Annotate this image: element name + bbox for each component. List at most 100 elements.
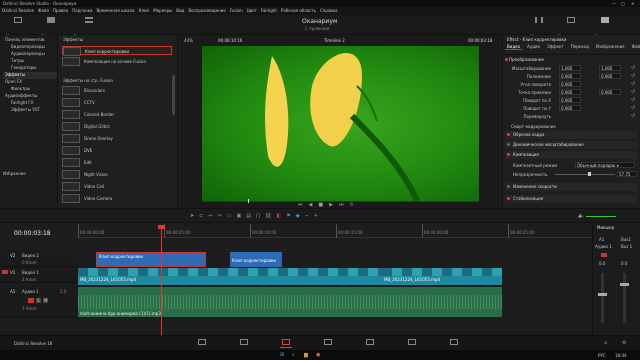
toolbox-item[interactable]: Open FX: [3, 79, 57, 86]
blade-tool-icon[interactable]: ✂: [218, 213, 222, 219]
menu-item[interactable]: Правка: [53, 8, 68, 13]
toolbox-item[interactable]: Фильтры: [3, 86, 57, 93]
menu-item[interactable]: Fusion: [230, 8, 243, 13]
toolbox-item[interactable]: Эффекты VST: [3, 107, 57, 114]
file-explorer-icon[interactable]: ▆: [304, 352, 308, 358]
timeline-playhead[interactable]: [161, 225, 162, 335]
effects-scrollbar[interactable]: [172, 75, 175, 115]
toolbox-item[interactable]: Fairlight FX: [3, 100, 57, 107]
maximize-button[interactable]: □: [621, 1, 625, 6]
page-tab-0[interactable]: Медиа: [196, 339, 208, 348]
fusion-effect-item[interactable]: Colored Border: [62, 110, 172, 119]
page-tab-1[interactable]: Сборка: [238, 339, 250, 348]
menu-item[interactable]: Fairlight: [261, 8, 277, 13]
flag-icon[interactable]: ⚑: [286, 213, 290, 219]
page-tab-3[interactable]: Fusion: [322, 339, 334, 348]
transform-y-field[interactable]: 0.000: [599, 89, 621, 95]
opacity-slider-handle[interactable]: [588, 172, 591, 176]
section-speed-change[interactable]: Изменение скорости: [505, 183, 637, 191]
toolbox-item[interactable]: Эффекты: [3, 72, 57, 79]
scrub-playhead[interactable]: [248, 199, 249, 203]
reset-icon[interactable]: ↺: [631, 113, 635, 119]
reset-icon[interactable]: ↺: [631, 81, 635, 87]
overwrite-clip-icon[interactable]: ▣: [237, 213, 242, 219]
reset-icon[interactable]: ↺: [631, 73, 635, 79]
transform-x-field[interactable]: 0.000: [559, 89, 581, 95]
reset-icon[interactable]: ↺: [631, 89, 635, 95]
dynamic-trim-icon[interactable]: ⇔: [208, 213, 212, 219]
fader-a1[interactable]: [601, 273, 604, 323]
replace-clip-icon[interactable]: ▤: [246, 213, 251, 219]
v1-video-clip-2[interactable]: MB_20231224_161053.mp4: [382, 268, 502, 285]
reset-icon[interactable]: ↺: [631, 97, 635, 103]
transform-x-field[interactable]: 0.000: [559, 73, 581, 79]
transform-x-field[interactable]: 0.000: [559, 105, 581, 111]
menu-item[interactable]: Маркеры: [153, 8, 172, 13]
composite-mode-select[interactable]: Обычный порядок ▾: [575, 162, 635, 168]
insert-clip-icon[interactable]: ▭: [227, 213, 232, 219]
inspector-tab[interactable]: Эффект: [545, 44, 566, 50]
page-tab-4[interactable]: Цвет: [364, 339, 376, 348]
search-icon[interactable]: ⌕: [292, 352, 295, 358]
volume-slider[interactable]: [586, 216, 616, 217]
transform-enable-dot[interactable]: [505, 58, 508, 61]
toolbox-item[interactable]: Видеопереходы: [3, 44, 57, 51]
zoom-out-icon[interactable]: −: [305, 213, 309, 219]
zoom-in-icon[interactable]: +: [314, 213, 318, 219]
playhead-handle[interactable]: [158, 225, 165, 229]
transform-y-field[interactable]: 1.000: [599, 65, 621, 71]
minimize-button[interactable]: —: [612, 1, 616, 6]
timeline-name[interactable]: Timeline 2: [324, 38, 345, 43]
close-button[interactable]: ✕: [631, 1, 634, 6]
toolbox-item[interactable]: Генераторы: [3, 65, 57, 72]
fusion-effect-item[interactable]: Binoculars: [62, 86, 172, 95]
inspector-tab[interactable]: Переход: [569, 44, 591, 50]
opacity-value[interactable]: 57.75: [617, 171, 637, 177]
mute-button[interactable]: M: [43, 298, 49, 303]
smart-reframe-label[interactable]: Смарт-кадрирование: [511, 124, 556, 129]
snapping-icon[interactable]: ⋂: [256, 213, 260, 219]
inspector-tab[interactable]: Файл: [630, 44, 640, 50]
menu-item[interactable]: Временная шкала: [97, 8, 135, 13]
menu-item[interactable]: Цвет: [247, 8, 257, 13]
reset-icon[interactable]: ↺: [631, 105, 635, 111]
fusion-effect-item[interactable]: Video Call: [62, 182, 172, 191]
keyboard-language[interactable]: РУС: [598, 353, 606, 358]
section-stabilization[interactable]: Стабилизация: [505, 195, 637, 203]
v2-adjustment-clip-2[interactable]: Клип корректировки: [230, 252, 282, 267]
home-icon[interactable]: ⌂: [604, 340, 607, 346]
linked-selection-icon[interactable]: ⛓: [265, 213, 271, 219]
fusion-effect-item[interactable]: Night Vision: [62, 170, 172, 179]
track-target-v1[interactable]: [2, 270, 8, 274]
inspector-tab[interactable]: Аудио: [525, 44, 542, 50]
position-lock-icon[interactable]: ◧: [276, 213, 281, 219]
menu-item[interactable]: Вид: [176, 8, 184, 13]
section-crop[interactable]: Обрезка кадра: [505, 131, 637, 139]
selection-tool-icon[interactable]: ➤: [190, 213, 194, 219]
trim-tool-icon[interactable]: ⊏: [199, 213, 203, 219]
menu-item[interactable]: Справка: [320, 8, 338, 13]
page-tab-5[interactable]: Fairlight: [406, 339, 418, 348]
opacity-slider[interactable]: [555, 174, 615, 175]
inspector-tab[interactable]: Изображение: [594, 44, 627, 50]
effect-item-fusion-composition[interactable]: Композиция на основе Fusion: [62, 57, 172, 66]
page-tab-6[interactable]: Экспорт: [448, 339, 460, 348]
a1-audio-clip[interactable]: mult-анимна-dga-анимирма (1)(1).mp3: [78, 287, 502, 317]
toolbox-item[interactable]: Аудиопереходы: [3, 51, 57, 58]
fader-handle-bus1[interactable]: [620, 283, 629, 286]
fader-bus1[interactable]: [623, 273, 626, 323]
fader-handle-a1[interactable]: [598, 293, 607, 296]
menu-item[interactable]: Воспроизведение: [188, 8, 225, 13]
transform-x-field[interactable]: 0.000: [559, 97, 581, 103]
transform-x-field[interactable]: 1.000: [559, 65, 581, 71]
menu-item[interactable]: Клип: [139, 8, 150, 13]
section-dynamic-zoom[interactable]: Динамическое масштабирование: [505, 141, 637, 149]
page-tab-2[interactable]: Монтаж: [280, 339, 292, 348]
fusion-effect-item[interactable]: Drone Overlay: [62, 134, 172, 143]
fusion-effect-item[interactable]: DVE: [62, 146, 172, 155]
mixer-record-button[interactable]: [601, 253, 607, 257]
v2-adjustment-clip-1[interactable]: Клип корректировки: [96, 252, 206, 267]
transform-y-field[interactable]: 0.000: [599, 73, 621, 79]
toolbox-item[interactable]: Панель элементов: [3, 37, 57, 44]
reset-icon[interactable]: ↺: [631, 65, 635, 71]
